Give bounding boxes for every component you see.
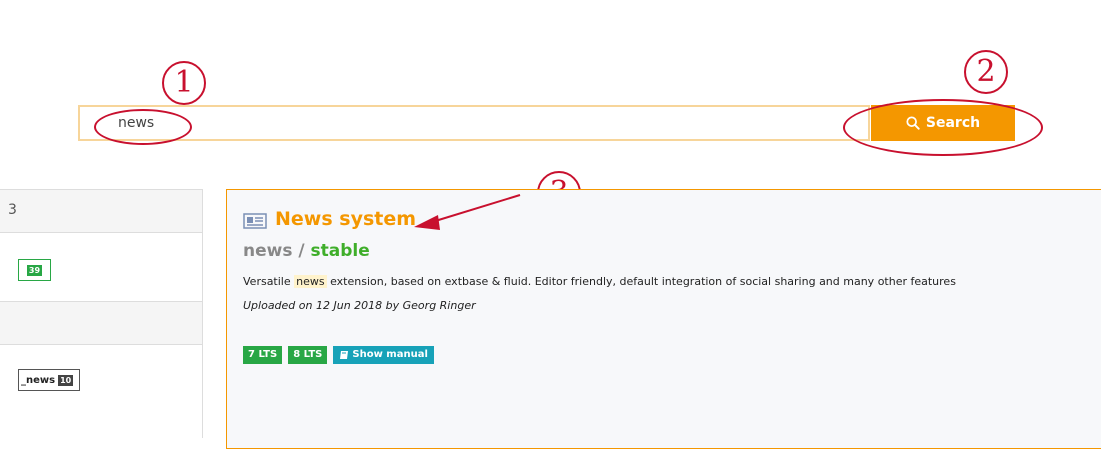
facet-tag-count: 10 [58, 374, 74, 386]
extension-state: stable [310, 241, 370, 261]
extension-title-link[interactable]: News system [275, 208, 416, 230]
annotation-oval-button [843, 99, 1043, 156]
search-input[interactable] [78, 105, 870, 141]
newspaper-icon [243, 213, 267, 229]
facet-section-header-label: 3 [8, 202, 17, 218]
book-icon [340, 351, 349, 359]
annotation-number-2: 2 [964, 50, 1008, 94]
annotation-number-1: 1 [162, 61, 206, 105]
show-manual-label: Show manual [352, 349, 428, 360]
annotation-oval-input [94, 109, 192, 145]
facet-tag-news[interactable]: _news 10 [18, 369, 81, 391]
facet-tag-label: _news [21, 374, 56, 386]
badge-7-lts: 7 LTS [243, 346, 283, 364]
facet-sidebar: 3 39 _news 10 [0, 189, 203, 438]
facet-section-header[interactable]: 3 [0, 189, 202, 233]
show-manual-button[interactable]: Show manual [333, 346, 434, 364]
upload-info: Uploaded on 12 Jun 2018 by Georg Ringer [243, 299, 476, 312]
result-card: News system news / stable Versatile news… [226, 189, 1101, 449]
description-highlight: news [294, 275, 327, 288]
facet-section-header-2[interactable] [0, 301, 202, 345]
extension-key: news [243, 241, 293, 261]
extension-key-line: news / stable [243, 241, 370, 261]
version-badges: 7 LTS 8 LTS Show manual [243, 346, 434, 364]
extension-description: Versatile news extension, based on extba… [243, 275, 956, 288]
facet-count-value: 39 [26, 264, 43, 276]
extension-key-separator: / [292, 241, 311, 261]
description-end: extension, based on extbase & fluid. Edi… [326, 275, 956, 288]
badge-8-lts: 8 LTS [288, 346, 328, 364]
description-start: Versatile [243, 275, 295, 288]
facet-count-badge[interactable]: 39 [18, 259, 51, 281]
